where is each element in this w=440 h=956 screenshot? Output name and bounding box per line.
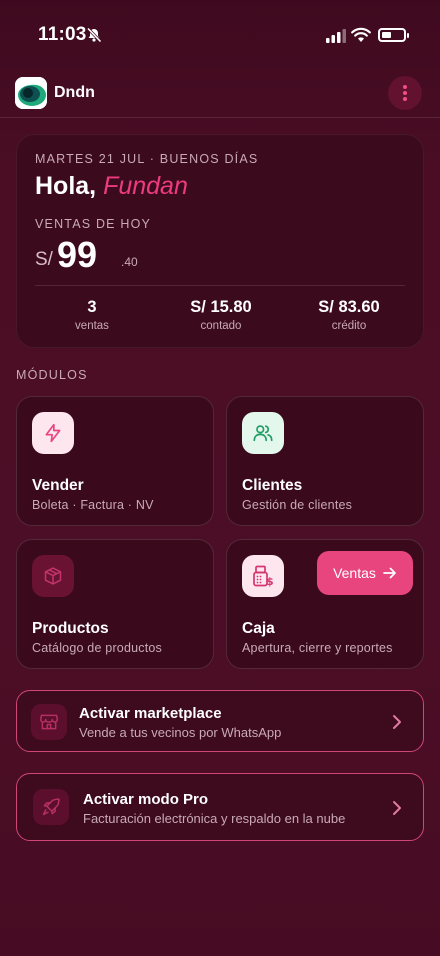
more-options-button[interactable] [388, 76, 422, 110]
module-vender[interactable]: Vender Boleta · Factura · NV [16, 396, 214, 526]
bell-muted-icon [86, 27, 102, 43]
date-greeting-line: MARTES 21 JUL · BUENOS DÍAS [35, 152, 259, 166]
status-bar: 11:03 [0, 0, 440, 70]
box-icon [32, 555, 74, 597]
greeting-prefix: Hola, [35, 172, 97, 200]
chevron-right-icon [393, 715, 401, 729]
lightning-icon [32, 412, 74, 454]
activate-subtitle: Vende a tus vecinos por WhatsApp [79, 725, 282, 740]
stat-contado: S/ 15.80 contado [161, 298, 281, 332]
activate-pro-row[interactable]: Activar modo Pro Facturación electrónica… [16, 773, 424, 841]
chevron-right-icon [393, 801, 401, 815]
module-subtitle: Apertura, cierre y reportes [242, 641, 393, 655]
stat-label: ventas [75, 320, 109, 332]
stat-value: 3 [87, 298, 97, 316]
stat-ventas: 3 ventas [32, 298, 152, 332]
module-title: Clientes [242, 477, 303, 494]
users-icon [242, 412, 284, 454]
home-screen: 11:03 Dndn MARTES 21 JUL · BUENOS DÍAS H… [0, 0, 440, 956]
stat-credito: S/ 83.60 crédito [289, 298, 409, 332]
activate-subtitle: Facturación electrónica y respaldo en la… [83, 811, 346, 826]
module-subtitle: Boleta · Factura · NV [32, 498, 154, 512]
ventas-button-label: Ventas [333, 565, 376, 581]
module-subtitle: Catálogo de productos [32, 641, 162, 655]
greeting: Hola, Fundan [35, 172, 188, 201]
stat-value: S/ 15.80 [190, 298, 252, 316]
module-title: Caja [242, 620, 275, 637]
ventas-button[interactable]: Ventas [317, 551, 413, 595]
app-name: Dndn [54, 84, 95, 101]
activate-marketplace-row[interactable]: Activar marketplace Vende a tus vecinos … [16, 690, 424, 752]
modules-section-title: MÓDULOS [16, 368, 88, 382]
app-logo [15, 77, 47, 109]
svg-text:$: $ [266, 575, 274, 588]
daily-summary-card: MARTES 21 JUL · BUENOS DÍAS Hola, Fundan… [16, 134, 424, 348]
cash-register-icon: $ [242, 555, 284, 597]
amount-decimal: .40 [121, 255, 138, 269]
arrow-right-icon [383, 567, 396, 579]
store-icon [31, 704, 67, 740]
eye-logo-icon [15, 77, 47, 109]
module-caja[interactable]: $ Ventas Caja Apertura, cierre y reporte… [226, 539, 424, 669]
module-clientes[interactable]: Clientes Gestión de clientes [226, 396, 424, 526]
module-title: Vender [32, 477, 84, 494]
stat-label: crédito [331, 320, 367, 332]
stat-label: contado [200, 320, 242, 332]
user-name: Fundan [103, 172, 188, 200]
module-title: Productos [32, 620, 109, 637]
amount-integer: 99 [57, 234, 98, 275]
wifi-icon [351, 27, 371, 42]
status-time: 11:03 [38, 24, 87, 45]
rocket-icon [33, 789, 69, 825]
vertical-dots-icon [403, 85, 407, 101]
module-subtitle: Gestión de clientes [242, 498, 353, 512]
divider [35, 285, 405, 286]
stat-value: S/ 83.60 [318, 298, 380, 316]
battery-icon [378, 28, 409, 42]
activate-title: Activar modo Pro [83, 791, 209, 808]
module-productos[interactable]: Productos Catálogo de productos [16, 539, 214, 669]
activate-title: Activar marketplace [79, 705, 222, 722]
currency-symbol: S/ [35, 249, 53, 270]
sales-today-label: VENTAS DE HOY [35, 217, 152, 231]
app-header: Dndn [0, 76, 440, 118]
cellular-signal-icon [326, 29, 346, 43]
